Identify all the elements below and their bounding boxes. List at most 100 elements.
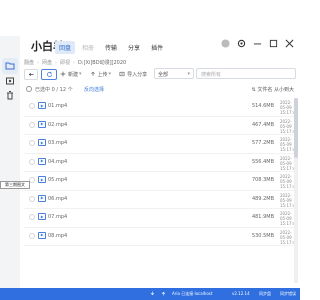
chevron-right-icon: › <box>55 59 58 66</box>
search-scope-select[interactable]: 全部 ▾ <box>154 68 194 79</box>
row-checkbox[interactable] <box>29 195 35 202</box>
scrollbar-thumb[interactable] <box>294 98 298 158</box>
maximize-icon[interactable] <box>268 38 278 48</box>
file-name: 06.mp4 <box>48 195 68 202</box>
app-header: 小白羊 回盘 相册 传输 分享 插件 <box>0 0 300 58</box>
nav-tab-share[interactable]: 分享 <box>124 41 144 54</box>
arrow-left-icon <box>28 72 34 76</box>
video-file-icon <box>38 102 46 109</box>
video-file-icon <box>38 120 46 128</box>
file-name: 05.mp4 <box>48 177 68 183</box>
row-checkbox[interactable] <box>29 140 35 146</box>
sort-icon: ⇅ <box>251 87 256 93</box>
user-icon[interactable] <box>220 38 230 48</box>
gear-icon[interactable] <box>236 38 246 48</box>
search-placeholder: 搜索所有 <box>201 72 222 78</box>
file-size: 556.4MB <box>251 158 274 165</box>
tooltip: 第三期图文 <box>0 181 30 189</box>
close-icon[interactable] <box>284 38 294 48</box>
file-size: 530.5MB <box>251 232 274 239</box>
row-checkbox[interactable] <box>29 158 35 165</box>
file-row[interactable]: 07.mp4 481.9MB 2022-05-09 15:17:43 <box>24 209 298 228</box>
breadcrumb-item[interactable]: 即视 <box>60 59 70 66</box>
status-bar: Aria 已连接 localhost v2.12.14 同步盘 同步错误 <box>0 288 300 300</box>
app-version: v2.12.14 <box>232 291 250 296</box>
rail-folder[interactable] <box>2 58 18 74</box>
breadcrumb-item[interactable]: 翻盘 <box>24 59 34 66</box>
file-name: 08.mp4 <box>48 232 68 239</box>
video-file-icon <box>38 157 46 165</box>
aria-status[interactable]: Aria 已连接 localhost <box>172 291 212 297</box>
folder-icon <box>5 62 15 70</box>
row-checkbox[interactable] <box>29 214 35 220</box>
plus-icon <box>60 71 66 77</box>
file-size: 467.4MB <box>251 121 274 128</box>
minimize-icon[interactable] <box>252 38 262 48</box>
header-icons <box>220 38 294 48</box>
chevron-down-icon: ▾ <box>108 71 112 77</box>
new-button-label: 新建 <box>68 71 79 78</box>
file-size: 489.2MB <box>251 195 274 202</box>
upload-button[interactable]: 上传 ▾ <box>90 71 112 78</box>
file-name: 02.mp4 <box>48 121 68 128</box>
share-box-icon <box>6 77 14 85</box>
nav-tab-album[interactable]: 相册 <box>78 41 98 54</box>
file-row[interactable]: 03.mp4 577.2MB 2022-05-09 15:17:43 <box>24 135 298 154</box>
selection-count: 已选中 0 / 12 个 <box>35 87 73 93</box>
toolbar: 新建 ▾ 上传 ▾ 导入分享 全部 ▾ 搜索所有 <box>24 68 296 80</box>
refresh-button[interactable] <box>41 68 57 80</box>
video-file-icon <box>38 231 46 239</box>
scrollbar[interactable] <box>294 98 298 283</box>
left-rail <box>0 36 20 288</box>
chevron-down-icon: ▾ <box>79 71 82 77</box>
chevron-down-icon: ▾ <box>187 71 190 77</box>
rail-trash[interactable] <box>2 87 18 103</box>
sync-status[interactable]: 同步错误 <box>280 291 296 297</box>
file-row[interactable]: 05.mp4 708.3MB 2022-05-09 15:17:43 <box>24 172 298 191</box>
file-size: 577.2MB <box>251 140 274 146</box>
chevron-right-icon: › <box>73 59 76 66</box>
sync-label[interactable]: 同步盘 <box>259 291 271 297</box>
app-window: 小白羊 回盘 相册 传输 分享 插件 翻盘 › 网盘 › 即视 › D:[Xi]… <box>0 0 300 300</box>
import-share-label: 导入分享 <box>127 71 148 78</box>
trash-icon <box>7 91 13 100</box>
upload-icon <box>90 71 95 76</box>
file-row[interactable]: 01.mp4 514.6MB 2022-05-09 15:17:43 <box>24 98 298 117</box>
breadcrumb: 翻盘 › 网盘 › 即视 › D:[Xi]BD动漫][2020 <box>24 59 126 67</box>
chevron-right-icon: › <box>37 59 40 66</box>
row-checkbox[interactable] <box>29 103 35 109</box>
file-row[interactable]: 02.mp4 467.4MB 2022-05-09 15:17:43 <box>24 117 298 135</box>
sort-button[interactable]: ⇅ 文件名 从小到大 <box>252 86 294 93</box>
select-all-icon[interactable] <box>26 86 32 92</box>
video-file-icon <box>38 194 46 202</box>
video-file-icon <box>38 139 46 146</box>
sort-label: 文件名 从小到大 <box>257 87 294 93</box>
file-name: 07.mp4 <box>48 214 68 220</box>
new-button[interactable]: 新建 ▾ <box>60 71 82 78</box>
file-size: 481.9MB <box>251 214 274 220</box>
nav-tab-plugin[interactable]: 插件 <box>147 41 167 54</box>
video-file-icon <box>38 213 46 220</box>
row-checkbox[interactable] <box>29 121 35 128</box>
file-row[interactable]: 04.mp4 556.4MB 2022-05-09 15:17:43 <box>24 154 298 172</box>
breadcrumb-item[interactable]: 网盘 <box>42 59 52 66</box>
nav-tab-pan[interactable]: 回盘 <box>55 41 76 54</box>
video-file-icon <box>38 176 46 183</box>
file-size: 514.6MB <box>251 103 274 109</box>
row-checkbox[interactable] <box>29 232 35 239</box>
reverse-select-link[interactable]: 反向选择 <box>84 86 104 93</box>
file-name: 03.mp4 <box>48 140 68 146</box>
file-row[interactable]: 06.mp4 489.2MB 2022-05-09 15:17:43 <box>24 191 298 209</box>
breadcrumb-current[interactable]: D:[Xi]BD动漫][2020 <box>78 59 126 66</box>
file-row[interactable]: 08.mp4 530.5MB 2022-05-09 15:17:43 <box>24 228 298 246</box>
file-name: 01.mp4 <box>48 103 68 109</box>
nav-tab-transfer[interactable]: 传输 <box>101 41 121 54</box>
main-nav: 回盘 相册 传输 分享 插件 <box>55 41 170 54</box>
download-icon[interactable] <box>150 291 155 297</box>
search-input[interactable]: 搜索所有 <box>196 68 296 79</box>
upload-status-icon[interactable] <box>161 291 166 297</box>
back-button[interactable] <box>24 68 38 80</box>
refresh-icon <box>46 71 52 77</box>
import-share-button[interactable]: 导入分享 <box>119 71 147 78</box>
search-scope-value: 全部 <box>158 72 169 78</box>
